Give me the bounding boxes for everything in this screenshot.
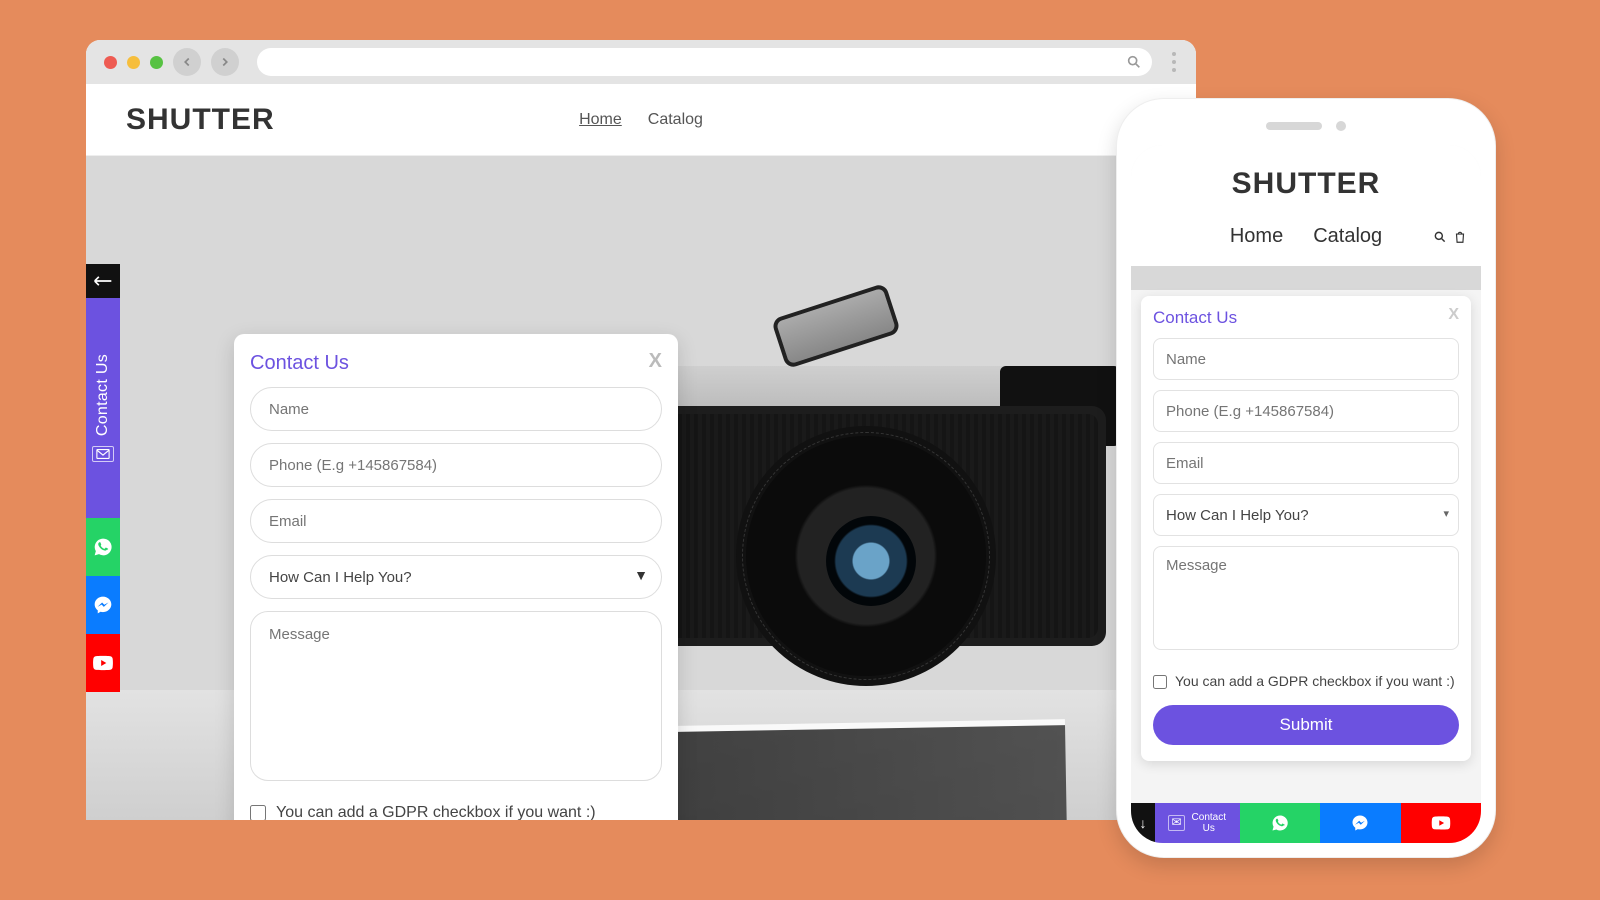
browser-window: SHUTTER Home Catalog Contact Us — [86, 40, 1196, 820]
contact-popup: X Contact Us ▼ You can add a GDPR checkb… — [234, 334, 678, 820]
name-input[interactable] — [250, 387, 662, 431]
browser-menu-icon[interactable] — [1170, 52, 1178, 72]
mobile-bar-contact-label: Contact Us — [1192, 812, 1226, 834]
nav-links: Home Catalog — [579, 111, 703, 129]
mobile-phone-input[interactable] — [1153, 390, 1459, 432]
mobile-gdpr-row[interactable]: You can add a GDPR checkbox if you want … — [1153, 673, 1459, 689]
mobile-message-textarea[interactable] — [1153, 546, 1459, 650]
contact-us-tab[interactable]: Contact Us — [86, 298, 120, 518]
mobile-bar-collapse-icon[interactable]: ↓ — [1131, 803, 1155, 843]
mobile-gdpr-label: You can add a GDPR checkbox if you want … — [1175, 673, 1455, 689]
search-icon — [1126, 54, 1142, 70]
collapse-arrow-icon[interactable] — [86, 264, 120, 298]
site-header: SHUTTER Home Catalog — [86, 84, 1196, 156]
phone-screen: SHUTTER Home Catalog X Contact Us — [1131, 145, 1481, 843]
browser-chrome — [86, 40, 1196, 84]
messenger-button[interactable] — [86, 576, 120, 634]
hero-area: Contact Us X Contact Us — [86, 156, 1196, 820]
forward-button[interactable] — [211, 48, 239, 76]
mobile-hero — [1131, 266, 1481, 290]
mobile-name-input[interactable] — [1153, 338, 1459, 380]
phone-notch — [1266, 121, 1346, 131]
youtube-button[interactable] — [86, 634, 120, 692]
mobile-nav-catalog[interactable]: Catalog — [1313, 225, 1382, 248]
gdpr-label: You can add a GDPR checkbox if you want … — [276, 804, 596, 820]
mobile-search-icon[interactable] — [1433, 230, 1447, 244]
brand-logo[interactable]: SHUTTER — [126, 103, 275, 137]
contact-tab-label: Contact Us — [94, 354, 112, 436]
mobile-close-popup-button[interactable]: X — [1448, 306, 1459, 324]
message-textarea[interactable] — [250, 611, 662, 781]
phone-input[interactable] — [250, 443, 662, 487]
mobile-bag-icon[interactable] — [1453, 230, 1467, 244]
mobile-bar-youtube-button[interactable] — [1401, 803, 1481, 843]
mobile-header: SHUTTER — [1131, 145, 1481, 211]
mobile-help-dropdown[interactable] — [1153, 494, 1459, 536]
mobile-brand[interactable]: SHUTTER — [1131, 167, 1481, 201]
mobile-submit-button[interactable]: Submit — [1153, 705, 1459, 745]
popup-title: Contact Us — [250, 352, 662, 375]
mobile-bar-contact-button[interactable]: ✉ Contact Us — [1155, 803, 1240, 843]
envelope-icon — [92, 446, 114, 462]
mobile-bar-messenger-button[interactable] — [1320, 803, 1401, 843]
mobile-email-input[interactable] — [1153, 442, 1459, 484]
whatsapp-button[interactable] — [86, 518, 120, 576]
maximize-window-icon[interactable] — [150, 56, 163, 69]
contact-sidebar: Contact Us — [86, 264, 120, 692]
url-bar[interactable] — [257, 48, 1152, 76]
close-window-icon[interactable] — [104, 56, 117, 69]
mobile-envelope-icon: ✉ — [1168, 815, 1184, 830]
gdpr-checkbox[interactable] — [250, 805, 266, 820]
help-dropdown[interactable] — [250, 555, 662, 599]
phone-frame: SHUTTER Home Catalog X Contact Us — [1116, 98, 1496, 858]
mobile-gdpr-checkbox[interactable] — [1153, 675, 1167, 689]
minimize-window-icon[interactable] — [127, 56, 140, 69]
mobile-popup-title: Contact Us — [1153, 308, 1459, 328]
window-controls — [104, 56, 163, 69]
back-button[interactable] — [173, 48, 201, 76]
mobile-bar-whatsapp-button[interactable] — [1240, 803, 1321, 843]
email-input[interactable] — [250, 499, 662, 543]
close-popup-button[interactable]: X — [649, 350, 662, 373]
gdpr-row[interactable]: You can add a GDPR checkbox if you want … — [250, 804, 662, 820]
nav-home[interactable]: Home — [579, 111, 622, 129]
nav-catalog[interactable]: Catalog — [648, 111, 703, 129]
mobile-nav: Home Catalog — [1131, 211, 1481, 266]
mobile-contact-popup: X Contact Us ▾ You can add a GDPR checkb… — [1141, 296, 1471, 761]
mobile-nav-home[interactable]: Home — [1230, 225, 1283, 248]
mobile-contact-bar: ✉ Contact Us — [1155, 803, 1481, 843]
